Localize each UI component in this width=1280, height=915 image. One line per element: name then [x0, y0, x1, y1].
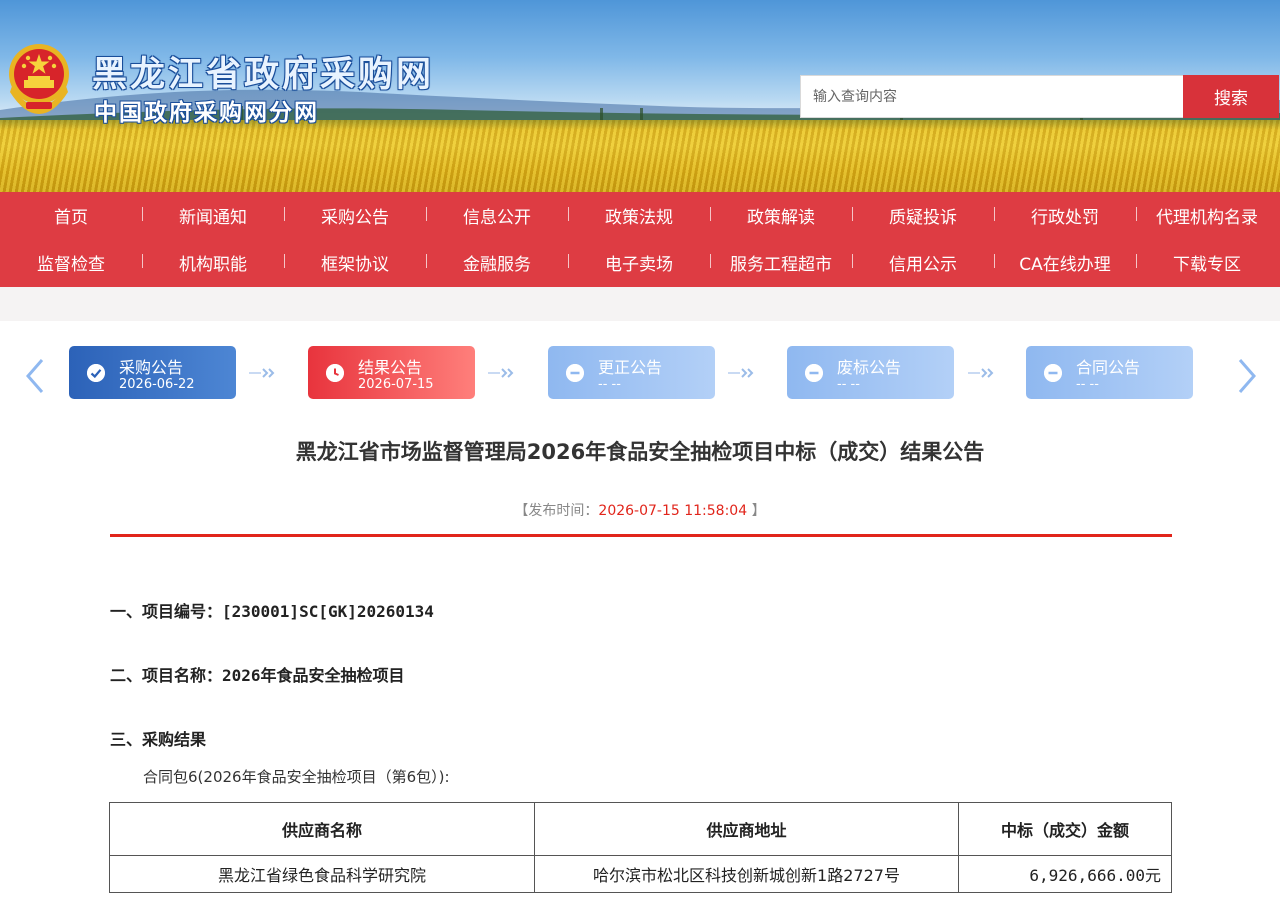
search-input[interactable]	[800, 75, 1184, 118]
table-row: 黑龙江省绿色食品科学研究院 哈尔滨市松北区科技创新城创新1路2727号 6,92…	[109, 855, 1172, 893]
nav-item-home[interactable]: 首页	[0, 203, 142, 228]
step-label: 更正公告	[598, 358, 663, 377]
publish-timestamp: 2026-07-15 11:58:04	[598, 503, 748, 519]
column-header: 中标（成交）金额	[958, 802, 1172, 856]
step-date: -- --	[1076, 377, 1099, 392]
nav-item-downloads[interactable]: 下载专区	[1136, 250, 1278, 275]
result-table: 供应商名称 供应商地址 中标（成交）金额 黑龙江省绿色食品科学研究院 哈尔滨市松…	[109, 802, 1172, 893]
nav-item-ca-online[interactable]: CA在线办理	[994, 250, 1136, 275]
nav-row-1: 首页 新闻通知 采购公告 信息公开 政策法规 政策解读 质疑投诉 行政处罚 代理…	[0, 192, 1280, 239]
nav-item-e-mall[interactable]: 电子卖场	[568, 250, 710, 275]
nav-item-penalties[interactable]: 行政处罚	[994, 203, 1136, 228]
section-project-number: 一、项目编号：[230001]SC[GK]20260134	[110, 602, 434, 621]
check-icon	[87, 364, 105, 382]
section-project-name: 二、项目名称：2026年食品安全抽检项目	[110, 666, 405, 685]
minus-icon	[805, 364, 823, 382]
supplier-name: 黑龙江省绿色食品科学研究院	[109, 855, 535, 893]
contract-package-label: 合同包6(2026年食品安全抽检项目（第6包）):	[143, 768, 450, 786]
double-chevron-icon	[488, 368, 514, 378]
column-header: 供应商名称	[109, 802, 535, 856]
step-date: -- --	[598, 377, 621, 392]
chevron-left-icon[interactable]	[20, 356, 50, 396]
nav-item-functions[interactable]: 机构职能	[142, 250, 284, 275]
step-label: 结果公告	[358, 358, 423, 377]
step-date: 2026-07-15	[358, 377, 434, 392]
national-emblem-icon	[9, 44, 69, 114]
page-title: 黑龙江省市场监督管理局2026年食品安全抽检项目中标（成交）结果公告	[295, 440, 985, 464]
step-cancellation-notice[interactable]: 废标公告 -- --	[787, 346, 954, 399]
nav-item-supervision[interactable]: 监督检查	[0, 250, 142, 275]
step-result-notice[interactable]: 结果公告 2026-07-15	[308, 346, 475, 399]
nav-item-agency-directory[interactable]: 代理机构名录	[1136, 203, 1278, 228]
header-banner: 黑龙江省政府采购网 中国政府采购网分网 搜索	[0, 0, 1280, 192]
double-chevron-icon	[968, 368, 994, 378]
chevron-right-icon[interactable]	[1232, 356, 1262, 396]
column-header: 供应商地址	[534, 802, 959, 856]
nav-item-info-disclosure[interactable]: 信息公开	[426, 203, 568, 228]
clock-icon	[326, 364, 344, 382]
supplier-address: 哈尔滨市松北区科技创新城创新1路2727号	[534, 855, 959, 893]
double-chevron-icon	[249, 368, 275, 378]
nav-item-news[interactable]: 新闻通知	[142, 203, 284, 228]
step-label: 采购公告	[119, 358, 184, 377]
step-date: 2026-06-22	[119, 377, 195, 392]
nav-item-policies[interactable]: 政策法规	[568, 203, 710, 228]
section-procurement-result: 三、采购结果	[110, 730, 207, 749]
step-correction-notice[interactable]: 更正公告 -- --	[548, 346, 715, 399]
minus-icon	[1044, 364, 1062, 382]
step-label: 废标公告	[837, 358, 902, 377]
nav-row-2: 监督检查 机构职能 框架协议 金融服务 电子卖场 服务工程超市 信用公示 CA在…	[0, 239, 1280, 286]
minus-icon	[566, 364, 584, 382]
search-button[interactable]: 搜索	[1183, 75, 1279, 118]
nav-item-policy-interpretation[interactable]: 政策解读	[710, 203, 852, 228]
nav-item-framework-agreement[interactable]: 框架协议	[284, 250, 426, 275]
nav-item-service-supermarket[interactable]: 服务工程超市	[710, 250, 852, 275]
site-title: 黑龙江省政府采购网	[92, 54, 435, 95]
main-nav: 首页 新闻通知 采购公告 信息公开 政策法规 政策解读 质疑投诉 行政处罚 代理…	[0, 192, 1280, 287]
step-date: -- --	[837, 377, 860, 392]
wheat-field	[0, 120, 1280, 192]
nav-item-complaints[interactable]: 质疑投诉	[852, 203, 994, 228]
award-amount: 6,926,666.00元	[958, 855, 1172, 893]
table-header-row: 供应商名称 供应商地址 中标（成交）金额	[109, 802, 1172, 856]
title-divider	[110, 534, 1172, 537]
publish-prefix: 【发布时间：	[514, 503, 599, 519]
double-chevron-icon	[728, 368, 754, 378]
step-procurement-notice[interactable]: 采购公告 2026-06-22	[69, 346, 236, 399]
nav-item-credit[interactable]: 信用公示	[852, 250, 994, 275]
step-label: 合同公告	[1076, 358, 1141, 377]
publish-time: 【发布时间：2026-07-15 11:58:04 】	[0, 500, 1280, 520]
site-subtitle: 中国政府采购网分网	[94, 99, 319, 126]
nav-item-financial-services[interactable]: 金融服务	[426, 250, 568, 275]
divider-strip	[0, 287, 1280, 321]
step-contract-notice[interactable]: 合同公告 -- --	[1026, 346, 1193, 399]
publish-suffix: 】	[751, 503, 766, 519]
nav-item-procurement-notice[interactable]: 采购公告	[284, 203, 426, 228]
